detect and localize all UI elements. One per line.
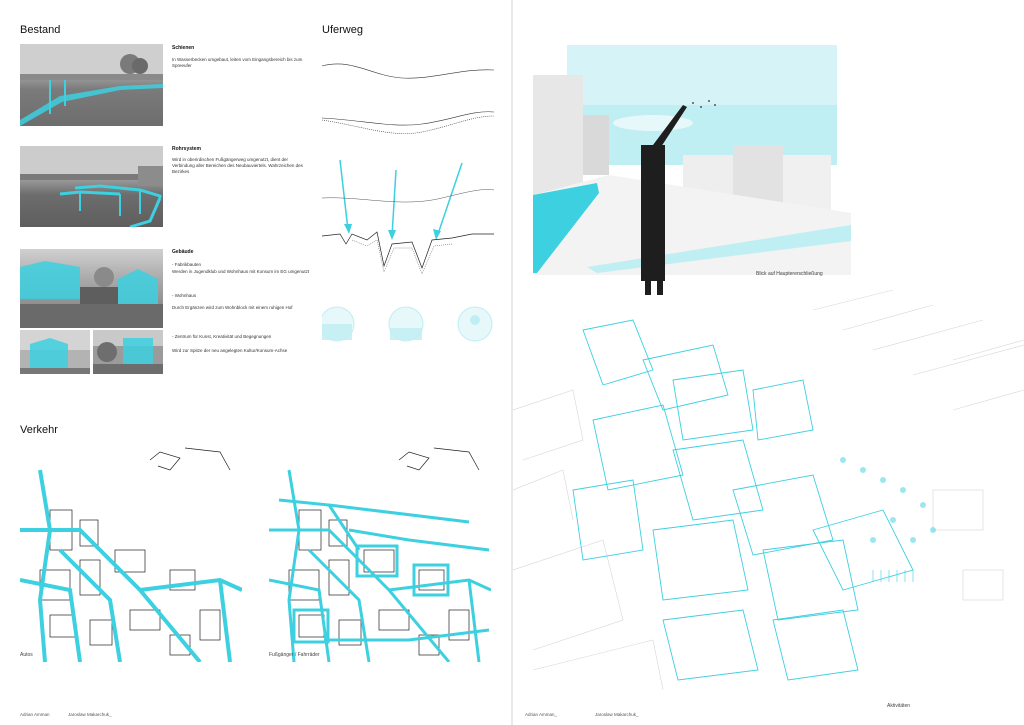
map-autos-svg: [20, 447, 242, 662]
map-autos: [20, 440, 242, 662]
photo-gebaeude-main-overlay: [20, 261, 163, 328]
rohrsystem-heading: Rohrsystem: [172, 146, 201, 152]
bestand-title: Bestand: [20, 24, 61, 36]
photo-rohrsystem-overlay: [20, 146, 163, 227]
verkehr-title: Verkehr: [20, 424, 58, 436]
uferweg-title: Uferweg: [322, 24, 363, 36]
schienen-heading: Schienen: [172, 45, 195, 51]
gebaeude-item2-text: Durch Ergänzen wird zum Wohnblock mit ei…: [172, 305, 293, 310]
photo-gebaeude-small-1: [20, 330, 90, 374]
rohrsystem-text: Wird in oberirdischen Fußgängerweg umgen…: [172, 157, 303, 174]
author-2: Jaroslaw Makarchuk_: [68, 712, 112, 717]
schienen-text: In Wasserbecken umgebaut, leiten vom Ein…: [172, 57, 303, 68]
gebaeude-item2-title: - Wohnhaus: [172, 293, 197, 298]
uferweg-diagrams: [322, 63, 495, 342]
photo-rohrsystem: [20, 146, 163, 227]
photo-gebaeude-small-2: [93, 330, 163, 374]
photo-schienen: [20, 44, 163, 126]
map-pedestrians-svg: [269, 447, 491, 662]
gebaeude-heading: Gebäude: [172, 249, 194, 255]
map-pedestrians-caption: Fußgänger / Fahrräder: [269, 652, 320, 658]
photo-schienen-overlay: [20, 44, 163, 126]
gebaeude-item1-title: - Fabrikbauten: [172, 262, 202, 267]
activities-plan-svg: [513, 290, 1024, 691]
gebaeude-item3-text: Wird zur Spitze der neu angelegten Kultu…: [172, 348, 288, 353]
photo-gebaeude-main: [20, 249, 163, 328]
map-autos-caption: Autos: [20, 652, 33, 658]
render-caption: Blick auf Hauptererschließung: [756, 271, 823, 277]
author-1: Adrian Amman: [20, 712, 50, 717]
photo-gebaeude-small-1-overlay: [20, 330, 90, 374]
activities-plan: [513, 290, 1024, 710]
gebaeude-item3-title: - Zentrum für Kunst, Kreativität und Beg…: [172, 334, 272, 339]
right-sheet: Blick auf Hauptererschließung Aktivitäte…: [513, 0, 1024, 725]
right-author-1: Adrian Amman_: [525, 712, 558, 717]
left-sheet: Bestand Schienen In Wasserbecken umgebau…: [0, 0, 511, 725]
map-pedestrians: [269, 440, 491, 662]
photo-gebaeude-small-2-overlay: [93, 330, 163, 374]
right-author-2: Jaroslaw Makarchuk_: [595, 712, 639, 717]
gebaeude-item1-text: Werden in Jugendklub und Wohnhaus mit Ko…: [172, 269, 310, 274]
plan-caption: Aktivitäten: [887, 703, 911, 709]
